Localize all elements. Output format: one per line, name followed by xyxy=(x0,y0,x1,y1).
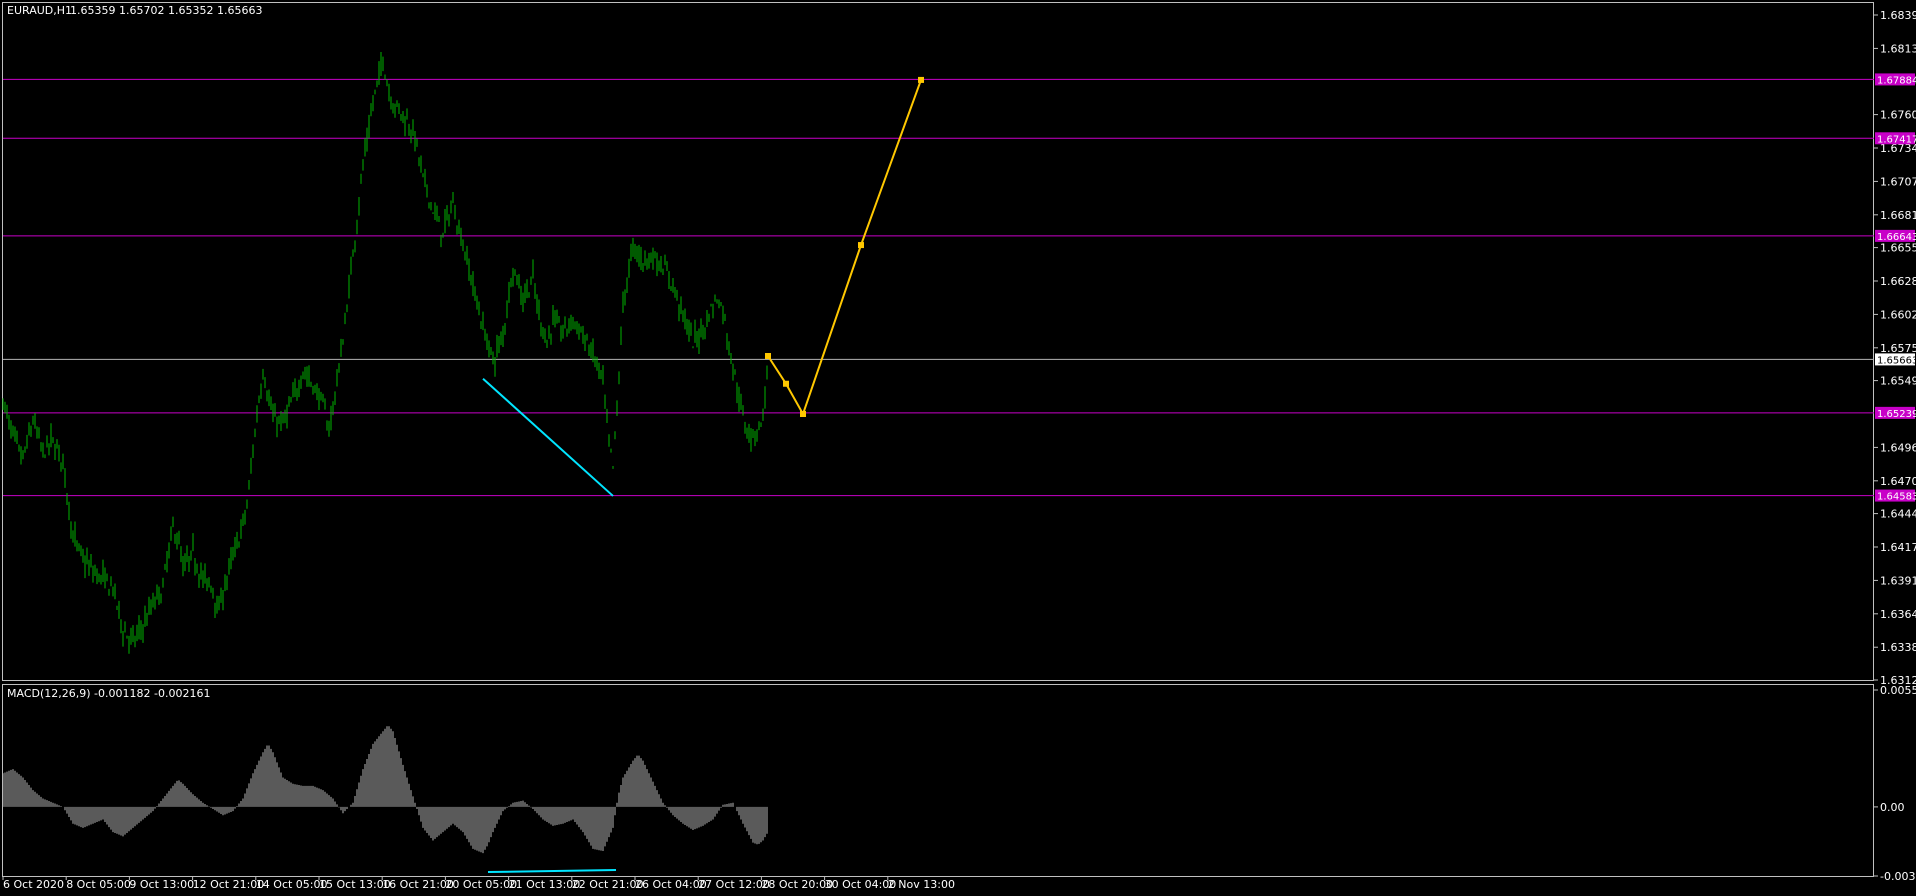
time-tick-label: 16 Oct 21:00 xyxy=(382,878,454,891)
projection-point-3[interactable] xyxy=(858,242,864,249)
time-tick-label: 27 Oct 12:00 xyxy=(698,878,770,891)
macd-tick-label: -0.003288 xyxy=(1880,870,1916,883)
price-axis: 1.683951.681301.676051.673401.670751.668… xyxy=(1874,9,1916,687)
price-tick-label: 1.64440 xyxy=(1880,508,1916,521)
time-tick-label: 14 Oct 05:00 xyxy=(256,878,328,891)
price-tick-label: 1.66285 xyxy=(1880,275,1916,288)
price-tick-label: 1.64965 xyxy=(1880,441,1916,454)
time-tick-label: 26 Oct 04:00 xyxy=(635,878,707,891)
projection-point-1[interactable] xyxy=(783,380,789,387)
time-tick-label: 15 Oct 13:00 xyxy=(319,878,391,891)
projection-point-0[interactable] xyxy=(765,353,771,360)
time-tick-label: 2 Nov 13:00 xyxy=(888,878,955,891)
time-tick-label: 9 Oct 13:00 xyxy=(129,878,194,891)
current-price-badge: 1.65663 xyxy=(1877,355,1916,366)
time-tick-label: 20 Oct 05:00 xyxy=(445,878,517,891)
projection-point-2[interactable] xyxy=(800,411,806,417)
projection-point-4[interactable] xyxy=(918,76,924,83)
level-price-badge-0: 1.67884 xyxy=(1877,75,1916,86)
price-tick-label: 1.66810 xyxy=(1880,209,1916,222)
price-tick-label: 1.63380 xyxy=(1880,641,1916,654)
price-tick-label: 1.67605 xyxy=(1880,109,1916,122)
price-tick-label: 1.66550 xyxy=(1880,242,1916,255)
trading-chart[interactable]: EURAUD,H1 1.65359 1.65702 1.65352 1.6566… xyxy=(0,0,1916,896)
price-tick-label: 1.68395 xyxy=(1880,9,1916,22)
price-tick-label: 1.65755 xyxy=(1880,342,1916,355)
time-tick-label: 22 Oct 21:00 xyxy=(572,878,644,891)
time-axis: 6 Oct 2020 8 Oct 05:009 Oct 13:0012 Oct 2… xyxy=(2,876,955,891)
symbol-label: EURAUD,H1 xyxy=(7,4,72,17)
price-tick-label: 1.67075 xyxy=(1880,175,1916,188)
level-price-badge-2: 1.66643 xyxy=(1877,232,1916,243)
macd-label: MACD(12,26,9) -0.001182 -0.002161 xyxy=(7,687,210,700)
macd-tick-label: 0.00 xyxy=(1880,801,1905,814)
price-tick-label: 1.65495 xyxy=(1880,375,1916,388)
ohlc-label: 1.65359 1.65702 1.65352 1.65663 xyxy=(70,4,262,17)
level-price-badge-1: 1.67417 xyxy=(1877,134,1916,145)
time-tick-label: 6 Oct 2020 xyxy=(3,878,64,891)
price-tick-label: 1.63645 xyxy=(1880,608,1916,621)
level-price-badge-3: 1.65239 xyxy=(1877,409,1916,420)
price-tick-label: 1.66020 xyxy=(1880,308,1916,321)
macd-tick-label: 0.005563 xyxy=(1880,684,1916,697)
level-price-badge-4: 1.64583 xyxy=(1877,492,1916,503)
price-tick-label: 1.64700 xyxy=(1880,475,1916,488)
price-tick-label: 1.64175 xyxy=(1880,541,1916,554)
time-tick-label: 21 Oct 13:00 xyxy=(509,878,581,891)
time-tick-label: 30 Oct 04:00 xyxy=(825,878,897,891)
time-tick-label: 28 Oct 20:00 xyxy=(761,878,833,891)
time-tick-label: 12 Oct 21:00 xyxy=(193,878,265,891)
price-tick-label: 1.68130 xyxy=(1880,42,1916,55)
price-tick-label: 1.63910 xyxy=(1880,574,1916,587)
time-tick-label: 8 Oct 05:00 xyxy=(66,878,131,891)
